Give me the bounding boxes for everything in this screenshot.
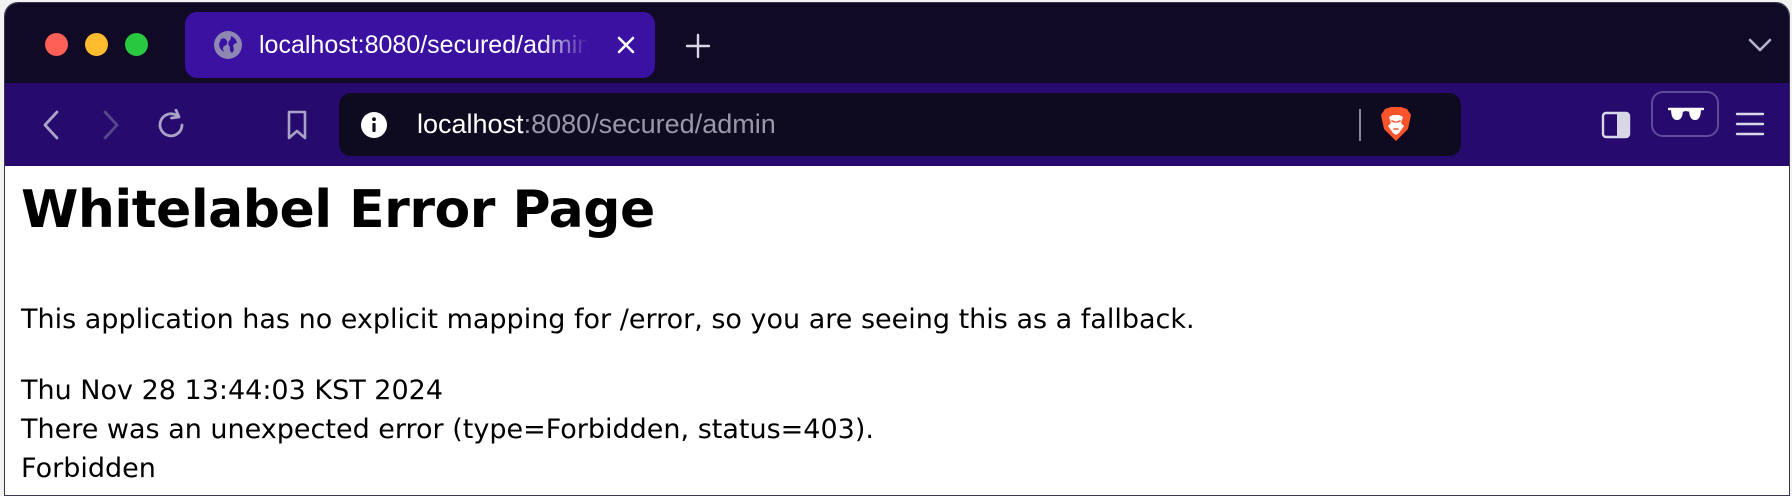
- error-detail: There was an unexpected error (type=Forb…: [21, 414, 874, 445]
- error-timestamp: Thu Nov 28 13:44:03 KST 2024: [21, 375, 443, 406]
- url-text[interactable]: localhost:8080/secured/admin: [417, 93, 776, 156]
- zoom-window-button[interactable]: [125, 33, 148, 56]
- minimize-window-button[interactable]: [85, 33, 108, 56]
- error-reason: Forbidden: [21, 453, 156, 484]
- site-info-icon[interactable]: [361, 112, 387, 138]
- close-tab-icon[interactable]: [615, 34, 637, 56]
- tab-title: localhost:8080/secured/admin: [259, 31, 589, 59]
- reload-icon[interactable]: [155, 109, 187, 141]
- sidebar-toggle-icon[interactable]: [1601, 111, 1631, 139]
- chevron-down-icon[interactable]: [1747, 35, 1773, 55]
- bookmark-icon[interactable]: [285, 109, 309, 141]
- error-explanation: This application has no explicit mapping…: [21, 304, 1195, 335]
- page-content: Whitelabel Error Page This application h…: [5, 166, 1789, 495]
- forward-icon[interactable]: [101, 109, 121, 141]
- browser-window: localhost:8080/secured/admin localhost:8…: [4, 2, 1790, 496]
- globe-icon: [214, 31, 242, 59]
- back-icon[interactable]: [41, 109, 61, 141]
- tab-active[interactable]: localhost:8080/secured/admin: [185, 12, 655, 78]
- url-path: :8080/secured/admin: [523, 109, 776, 139]
- tab-strip: localhost:8080/secured/admin: [5, 3, 1789, 83]
- hamburger-menu-icon[interactable]: [1735, 111, 1765, 137]
- address-bar[interactable]: localhost:8080/secured/admin: [339, 93, 1461, 156]
- navigation-toolbar: localhost:8080/secured/admin: [5, 83, 1789, 166]
- glasses-icon: [1668, 107, 1704, 120]
- page-title: Whitelabel Error Page: [21, 180, 655, 240]
- reader-glasses-button[interactable]: [1651, 91, 1719, 137]
- address-bar-divider: [1359, 109, 1361, 141]
- window-controls: [45, 33, 148, 56]
- new-tab-icon[interactable]: [685, 33, 711, 59]
- url-host: localhost: [417, 109, 524, 139]
- brave-shields-icon[interactable]: [1379, 105, 1413, 143]
- close-window-button[interactable]: [45, 33, 68, 56]
